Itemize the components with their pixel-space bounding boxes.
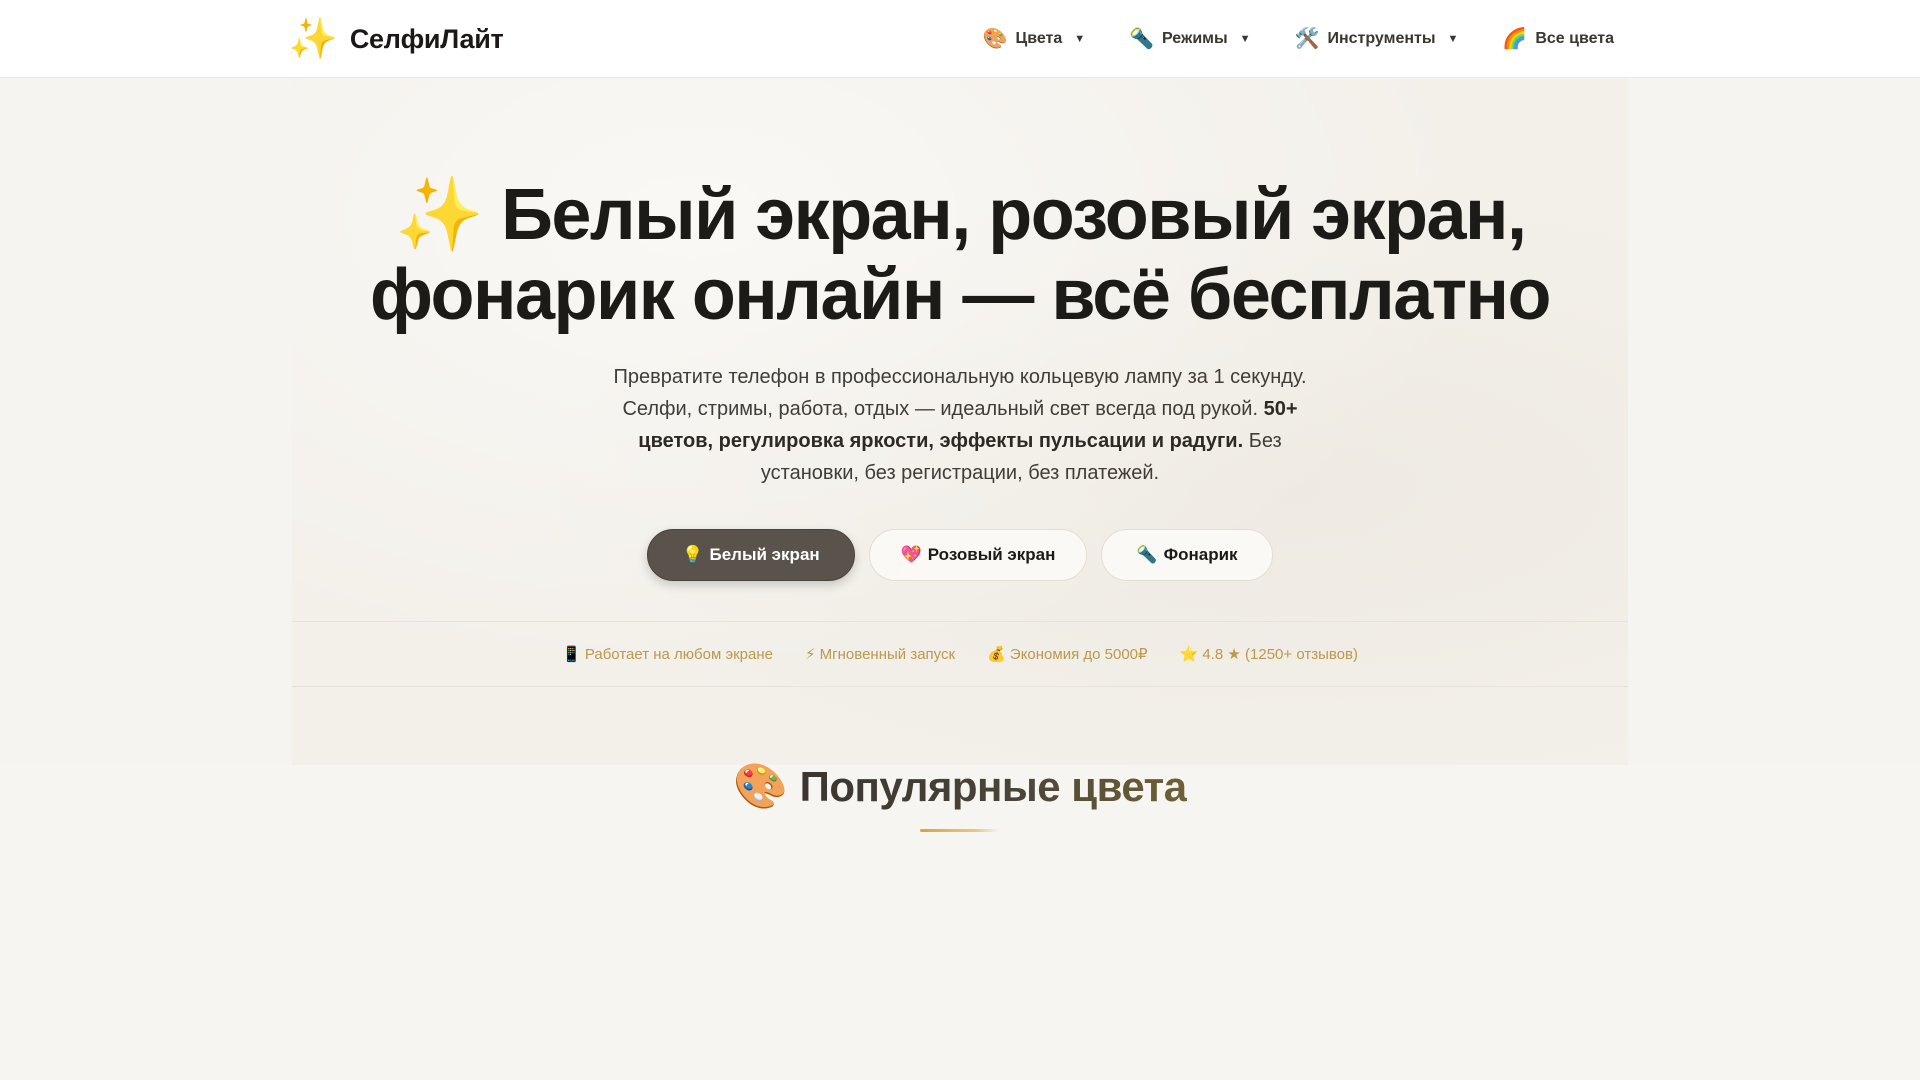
palette-icon: 🎨 [982,28,1008,50]
feature-strip: 📱 Работает на любом экране ⚡ Мгновенный … [292,621,1628,687]
rainbow-icon: 🌈 [1502,28,1528,50]
white-screen-label: Белый экран [709,545,820,564]
sparkling-heart-icon: 💖 [900,545,922,564]
white-screen-button[interactable]: 💡 Белый экран [647,529,855,581]
nav-all-colors-link[interactable]: 🌈 Все цвета [1502,29,1614,49]
nav-tools-dropdown[interactable]: 🛠️ Инструменты ▼ [1295,29,1459,49]
cta-buttons: 💡 Белый экран 💖 Розовый экран 🔦 Фонарик [292,529,1628,581]
page-background [0,765,1920,1080]
site-header: ✨ СелфиЛайт 🎨 Цвета ▼ 🔦 Режимы ▼ 🛠️ Инст… [0,0,1920,78]
flashlight-label: Фонарик [1163,545,1238,564]
feature-savings: 💰 Экономия до 5000₽ [987,646,1148,663]
brand-name: СелфиЛайт [349,23,504,54]
nav-modes-dropdown[interactable]: 🔦 Режимы ▼ [1129,29,1250,49]
hero-section: ✨ Белый экран, розовый экран, фонарик он… [292,79,1628,765]
hero-description-part-1: Превратите телефон в профессиональную ко… [613,366,1307,420]
flashlight-icon: 🔦 [1136,545,1158,564]
main-nav: 🎨 Цвета ▼ 🔦 Режимы ▼ 🛠️ Инструменты ▼ 🌈 … [983,21,1614,57]
flashlight-button[interactable]: 🔦 Фонарик [1101,529,1273,581]
palette-icon: 🎨 [733,762,788,811]
hero-title: ✨ Белый экран, розовый экран, фонарик он… [292,175,1628,335]
nav-all-colors-label: Все цвета [1535,30,1614,47]
nav-tools-label: Инструменты [1327,30,1436,47]
pink-screen-label: Розовый экран [927,545,1056,564]
popular-colors-title: Популярные цвета [799,763,1187,810]
nav-colors-dropdown[interactable]: 🎨 Цвета ▼ [983,29,1086,49]
hero-description: Превратите телефон в профессиональную ко… [590,361,1330,489]
pink-screen-button[interactable]: 💖 Розовый экран [869,529,1087,581]
lightbulb-icon: 💡 [682,545,704,564]
section-divider [920,829,1000,832]
chevron-down-icon: ▼ [1447,33,1459,45]
hero-title-line-1: ✨ Белый экран, розовый экран, [394,175,1527,255]
nav-colors-label: Цвета [1015,30,1063,47]
popular-colors-heading: 🎨 Популярные цвета [0,762,1920,812]
feature-instant-start: ⚡ Мгновенный запуск [804,646,956,663]
flashlight-icon: 🔦 [1129,28,1155,50]
chevron-down-icon: ▼ [1239,33,1251,45]
tools-icon: 🛠️ [1294,28,1320,50]
sparkles-icon: ✨ [288,17,338,61]
feature-rating: ⭐ 4.8 ★ (1250+ отзывов) [1179,646,1358,663]
brand-logo-link[interactable]: ✨ СелфиЛайт [288,17,504,61]
nav-modes-label: Режимы [1162,30,1228,47]
hero-title-line-2: фонарик онлайн — всё бесплатно [369,255,1552,335]
feature-any-screen: 📱 Работает на любом экране [562,646,773,663]
chevron-down-icon: ▼ [1074,33,1086,45]
